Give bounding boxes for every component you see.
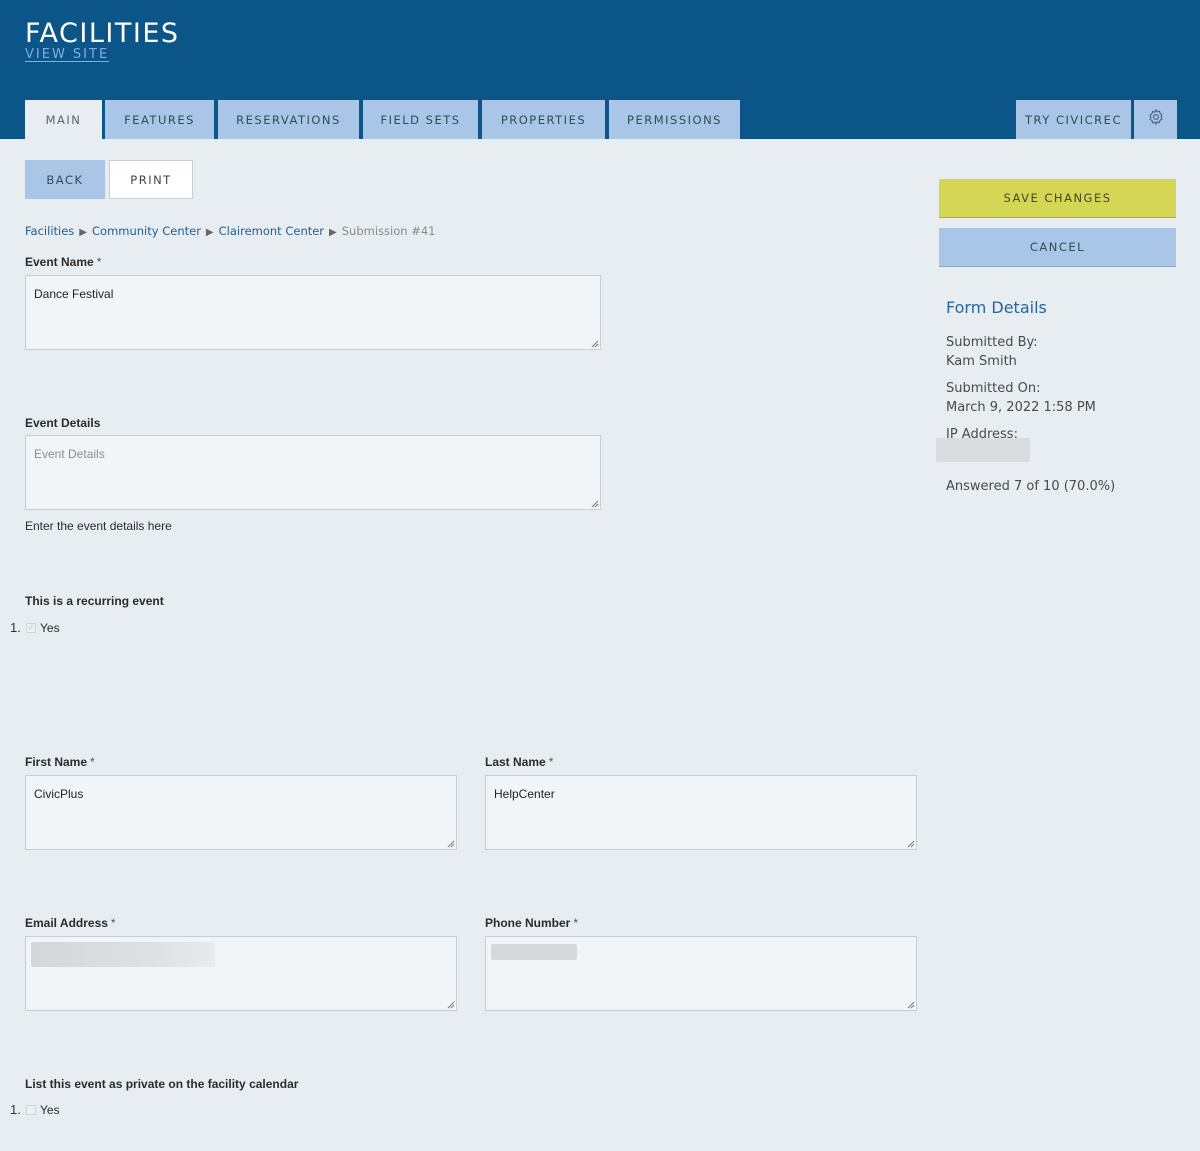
private-option: 1. Yes xyxy=(10,1102,60,1117)
private-checkbox[interactable] xyxy=(26,1104,36,1115)
email-field[interactable] xyxy=(25,936,457,1011)
event-details-placeholder: Event Details xyxy=(34,447,105,461)
resize-handle-icon[interactable] xyxy=(906,839,915,848)
redacted-value xyxy=(491,944,577,960)
view-site-link[interactable]: VIEW SITE xyxy=(25,47,109,62)
page-title: FACILITIES xyxy=(25,18,180,49)
resize-handle-icon[interactable] xyxy=(906,1000,915,1009)
list-number: 1. xyxy=(10,620,21,635)
try-civicrec-button[interactable]: TRY CIVICREC xyxy=(1016,100,1131,139)
breadcrumb-facilities[interactable]: Facilities xyxy=(25,224,74,238)
phone-label-text: Phone Number xyxy=(485,916,571,930)
submitted-by-label: Submitted By: xyxy=(946,335,1038,350)
event-details-field[interactable]: Event Details xyxy=(25,435,601,510)
tab-properties[interactable]: PROPERTIES xyxy=(482,100,605,139)
required-marker: * xyxy=(96,255,102,269)
breadcrumb-clairemont-center[interactable]: Clairemont Center xyxy=(219,224,324,238)
tab-permissions[interactable]: PERMISSIONS xyxy=(609,100,740,139)
last-name-label: Last Name * xyxy=(485,755,553,769)
private-label: List this event as private on the facili… xyxy=(25,1077,299,1091)
resize-handle-icon[interactable] xyxy=(446,839,455,848)
tab-field-sets[interactable]: FIELD SETS xyxy=(363,100,478,139)
tab-features[interactable]: FEATURES xyxy=(105,100,214,139)
resize-handle-icon[interactable] xyxy=(590,339,599,348)
breadcrumb-separator: ▶ xyxy=(329,227,337,238)
recurring-option: 1. ✓ Yes xyxy=(10,620,60,635)
last-name-label-text: Last Name xyxy=(485,755,546,769)
breadcrumb-separator: ▶ xyxy=(79,227,87,238)
last-name-value: HelpCenter xyxy=(494,787,555,801)
tab-main[interactable]: MAIN xyxy=(25,100,102,139)
event-details-helper: Enter the event details here xyxy=(25,519,172,533)
required-marker: * xyxy=(573,916,579,930)
save-changes-button[interactable]: SAVE CHANGES xyxy=(939,179,1176,218)
list-number: 1. xyxy=(10,1102,21,1117)
event-name-value: Dance Festival xyxy=(34,287,114,301)
gear-icon xyxy=(1147,108,1165,131)
event-name-field[interactable]: Dance Festival xyxy=(25,275,601,350)
print-button[interactable]: PRINT xyxy=(109,160,193,199)
event-name-label: Event Name * xyxy=(25,255,101,269)
submitted-on-value: March 9, 2022 1:58 PM xyxy=(946,400,1096,415)
required-marker: * xyxy=(548,755,554,769)
first-name-value: CivicPlus xyxy=(34,787,84,801)
app-header: FACILITIES VIEW SITE MAIN FEATURES RESER… xyxy=(0,0,1200,139)
first-name-label-text: First Name xyxy=(25,755,88,769)
form-details-title: Form Details xyxy=(946,298,1047,317)
last-name-field[interactable]: HelpCenter xyxy=(485,775,917,850)
first-name-label: First Name * xyxy=(25,755,95,769)
answered-summary: Answered 7 of 10 (70.0%) xyxy=(946,479,1116,494)
breadcrumb-separator: ▶ xyxy=(205,227,214,238)
first-name-field[interactable]: CivicPlus xyxy=(25,775,457,850)
breadcrumb-current: Submission #41 xyxy=(341,224,436,238)
phone-field[interactable] xyxy=(485,936,917,1011)
event-details-label: Event Details xyxy=(25,416,101,430)
resize-handle-icon[interactable] xyxy=(590,499,599,508)
resize-handle-icon[interactable] xyxy=(446,1000,455,1009)
required-marker: * xyxy=(90,755,95,769)
email-label: Email Address * xyxy=(25,916,116,930)
event-name-label-text: Event Name xyxy=(25,255,94,269)
redacted-ip-value xyxy=(936,438,1030,462)
email-label-text: Email Address xyxy=(25,916,108,930)
settings-button[interactable] xyxy=(1134,100,1177,139)
tab-reservations[interactable]: RESERVATIONS xyxy=(218,100,359,139)
breadcrumb: Facilities ▶ Community Center ▶ Clairemont C… xyxy=(25,224,435,238)
redacted-value xyxy=(31,942,215,967)
required-marker: * xyxy=(110,916,116,930)
breadcrumb-community-center[interactable]: Community Center xyxy=(92,224,201,238)
submitted-by-value: Kam Smith xyxy=(946,354,1017,369)
private-option-label: Yes xyxy=(40,1102,60,1117)
recurring-label: This is a recurring event xyxy=(25,594,164,608)
back-button[interactable]: BACK xyxy=(25,160,105,199)
recurring-checkbox[interactable]: ✓ xyxy=(26,622,36,633)
phone-label: Phone Number * xyxy=(485,916,578,930)
recurring-option-label: Yes xyxy=(40,620,60,635)
cancel-button[interactable]: CANCEL xyxy=(939,228,1176,267)
submitted-on-label: Submitted On: xyxy=(946,381,1041,396)
